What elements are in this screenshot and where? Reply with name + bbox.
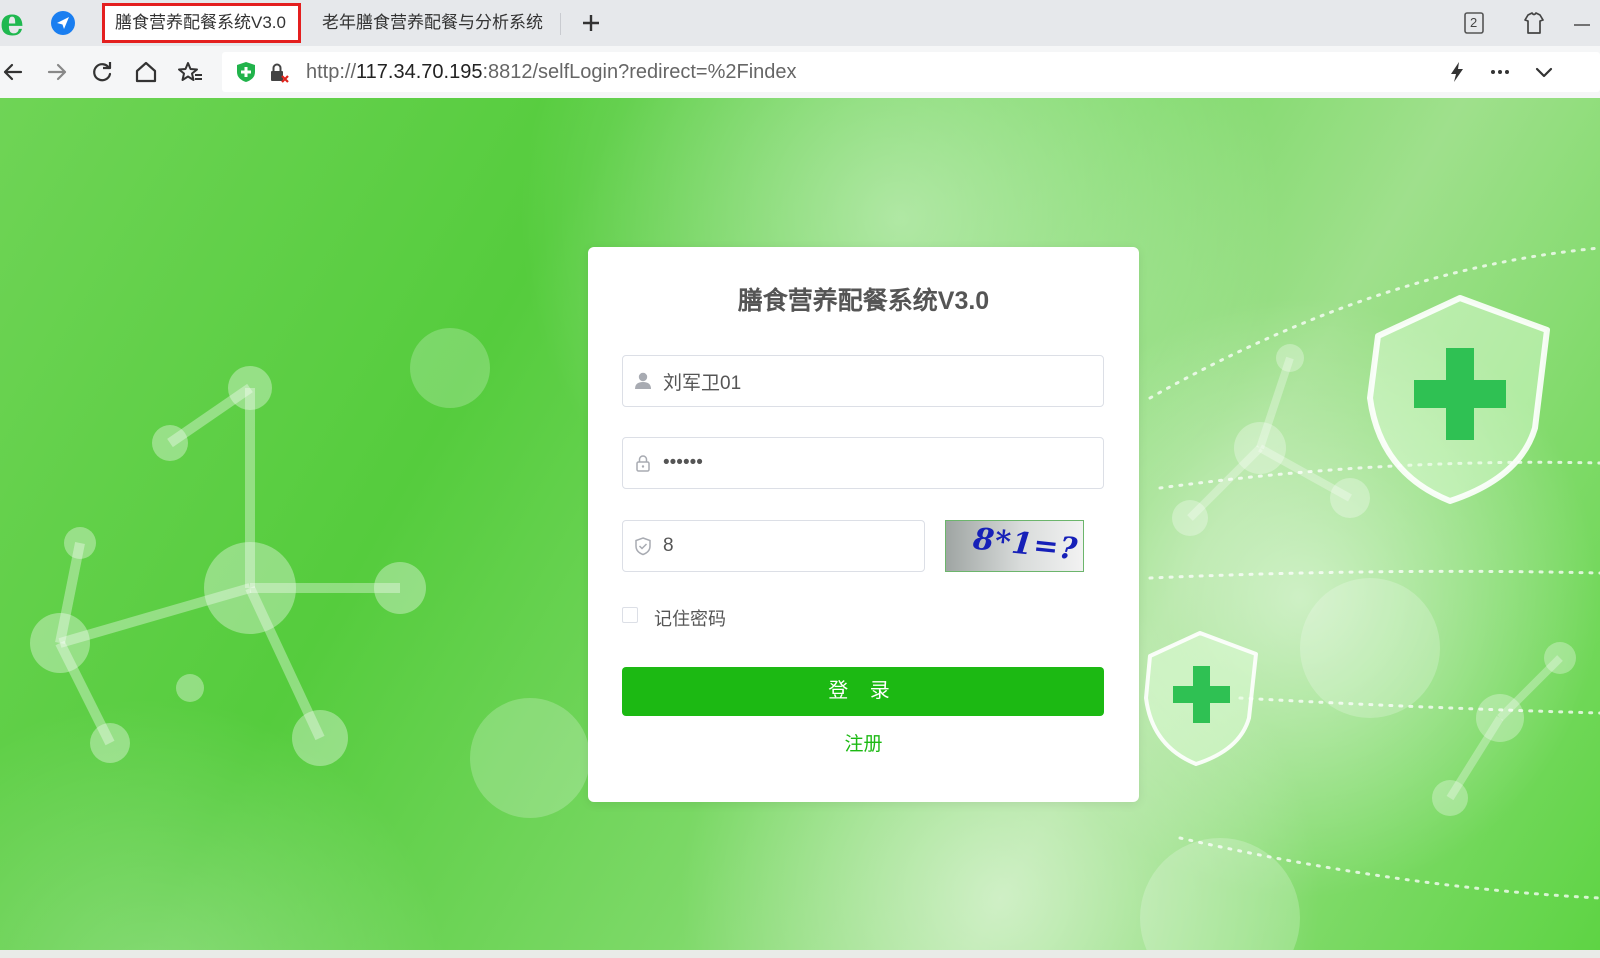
remember-label: 记住密码: [654, 609, 726, 629]
url-text[interactable]: http://117.34.70.195:8812/selfLogin?redi…: [306, 52, 797, 92]
back-icon[interactable]: [0, 59, 26, 85]
captcha-image[interactable]: 8*1=?: [945, 520, 1084, 572]
login-button[interactable]: 登 录: [622, 667, 1104, 716]
insecure-lock-icon[interactable]: [267, 61, 291, 85]
password-input[interactable]: [663, 438, 1093, 488]
forward-icon[interactable]: [44, 59, 70, 85]
address-bar[interactable]: http://117.34.70.195:8812/selfLogin?redi…: [222, 52, 1600, 92]
url-protocol: http://: [306, 61, 357, 83]
browser-logo-icon[interactable]: e: [0, 2, 32, 42]
login-card: 膳食营养配餐系统V3.0 8*1=?: [588, 247, 1139, 802]
browser-toolbar: http://117.34.70.195:8812/selfLogin?redi…: [0, 46, 1600, 99]
tab-label: 老年膳食营养配餐与分析系统: [322, 13, 543, 32]
register-link-text[interactable]: 注册: [844, 734, 882, 755]
register-link: 注册: [588, 729, 1139, 756]
skin-icon[interactable]: [1519, 6, 1549, 40]
reload-icon[interactable]: [89, 59, 115, 85]
tab-counter-value: 2: [1470, 15, 1478, 30]
user-icon: [635, 372, 651, 389]
minimize-icon[interactable]: [1568, 6, 1598, 40]
url-host: 117.34.70.195: [356, 61, 483, 83]
captcha-input[interactable]: [663, 521, 914, 571]
chevron-down-icon[interactable]: [1532, 60, 1556, 84]
lightning-icon[interactable]: [1445, 60, 1469, 84]
more-icon[interactable]: [1488, 60, 1512, 84]
tab-active[interactable]: 膳食营养配餐系统V3.0: [102, 3, 301, 43]
browser-tab-strip: e 膳食营养配餐系统V3.0 老年膳食营养配餐与分析系统 2: [0, 0, 1600, 46]
tab-divider: [560, 13, 561, 35]
tab-label: 膳食营养配餐系统V3.0: [115, 13, 286, 32]
username-input[interactable]: [663, 356, 1093, 406]
url-path: :8812/selfLogin?redirect=%2Findex: [482, 61, 797, 83]
verify-shield-icon: [635, 537, 651, 556]
login-page: 膳食营养配餐系统V3.0 8*1=?: [0, 98, 1600, 950]
lock-icon: [636, 455, 650, 472]
tab-counter-button[interactable]: 2: [1459, 6, 1489, 40]
captcha-field[interactable]: [622, 520, 925, 572]
send-icon[interactable]: [51, 11, 75, 35]
tab-inactive[interactable]: 老年膳食营养配餐与分析系统: [310, 3, 560, 43]
status-strip: [0, 950, 1600, 958]
shield-icon[interactable]: [234, 60, 258, 84]
login-title: 膳食营养配餐系统V3.0: [737, 287, 990, 315]
home-icon[interactable]: [133, 59, 159, 85]
new-tab-button[interactable]: [578, 8, 604, 38]
favorites-icon[interactable]: [177, 59, 203, 85]
username-field[interactable]: [622, 355, 1104, 407]
captcha-text: 8*1=?: [971, 521, 1080, 568]
remember-checkbox[interactable]: [622, 607, 638, 623]
password-field[interactable]: [622, 437, 1104, 489]
